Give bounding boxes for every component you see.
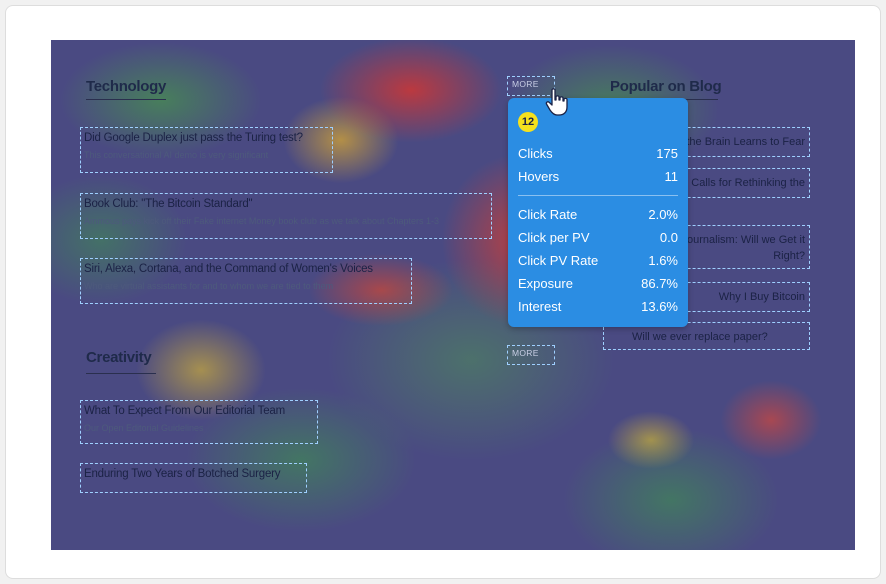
- article-box[interactable]: Book Club: "The Bitcoin Standard" Ammous…: [80, 193, 492, 239]
- article-box[interactable]: What To Expect From Our Editorial Team O…: [80, 400, 318, 444]
- stat-row-clicks: Clicks 175: [518, 144, 678, 164]
- stat-value: 86.7%: [641, 276, 678, 291]
- article-title[interactable]: Did Google Duplex just pass the Turing t…: [84, 132, 329, 144]
- stat-row-click-pv-rate: Click PV Rate 1.6%: [518, 251, 678, 271]
- article-box[interactable]: Did Google Duplex just pass the Turing t…: [80, 127, 333, 173]
- stat-row-exposure: Exposure 86.7%: [518, 274, 678, 294]
- tooltip-divider: [518, 195, 678, 196]
- stat-value: 175: [656, 146, 678, 161]
- stat-label: Click Rate: [518, 207, 578, 222]
- stat-label: Click per PV: [518, 230, 590, 245]
- stat-label: Hovers: [518, 169, 560, 184]
- stat-value: 1.6%: [648, 253, 678, 268]
- more-link-bottom[interactable]: MORE: [507, 345, 555, 365]
- stat-label: Clicks: [518, 146, 553, 161]
- stat-value: 13.6%: [641, 299, 678, 314]
- heading-underline: [86, 373, 156, 374]
- article-subtitle: Who are virtual assistants for and to wh…: [84, 281, 334, 291]
- click-stats-tooltip: 12 Clicks 175 Hovers 11 Click Rate 2.0% …: [508, 98, 688, 327]
- article-subtitle: Our Open Editorial Guidelines: [84, 423, 204, 433]
- section-heading-popular: Popular on Blog: [610, 78, 722, 95]
- stat-label: Click PV Rate: [518, 253, 599, 268]
- stat-row-click-rate: Click Rate 2.0%: [518, 205, 678, 225]
- stat-value: 11: [664, 169, 679, 184]
- article-title[interactable]: Siri, Alexa, Cortana, and the Command of…: [84, 263, 408, 275]
- stat-label: Interest: [518, 299, 562, 314]
- stat-label: Exposure: [518, 276, 573, 291]
- article-title[interactable]: What To Expect From Our Editorial Team: [84, 405, 314, 417]
- article-subtitle: Ammous pays kick off their Fake internet…: [84, 216, 440, 226]
- heading-underline: [86, 99, 166, 100]
- article-box[interactable]: Enduring Two Years of Botched Surgery: [80, 463, 307, 493]
- stat-row-click-per-pv: Click per PV 0.0: [518, 228, 678, 248]
- article-box[interactable]: Siri, Alexa, Cortana, and the Command of…: [80, 258, 412, 304]
- stat-row-hovers: Hovers 11: [518, 167, 678, 187]
- section-heading-creativity: Creativity: [86, 349, 152, 366]
- pointer-hand-icon: [545, 88, 568, 116]
- element-rank-badge: 12: [518, 112, 538, 132]
- stat-value: 2.0%: [648, 207, 678, 222]
- stat-value: 0.0: [659, 230, 678, 245]
- article-title[interactable]: Book Club: "The Bitcoin Standard": [84, 198, 488, 210]
- section-heading-technology: Technology: [86, 78, 167, 95]
- article-subtitle: This conversational AI demo is very sign…: [84, 150, 269, 160]
- article-title[interactable]: Enduring Two Years of Botched Surgery: [84, 468, 303, 480]
- stat-row-interest: Interest 13.6%: [518, 297, 678, 317]
